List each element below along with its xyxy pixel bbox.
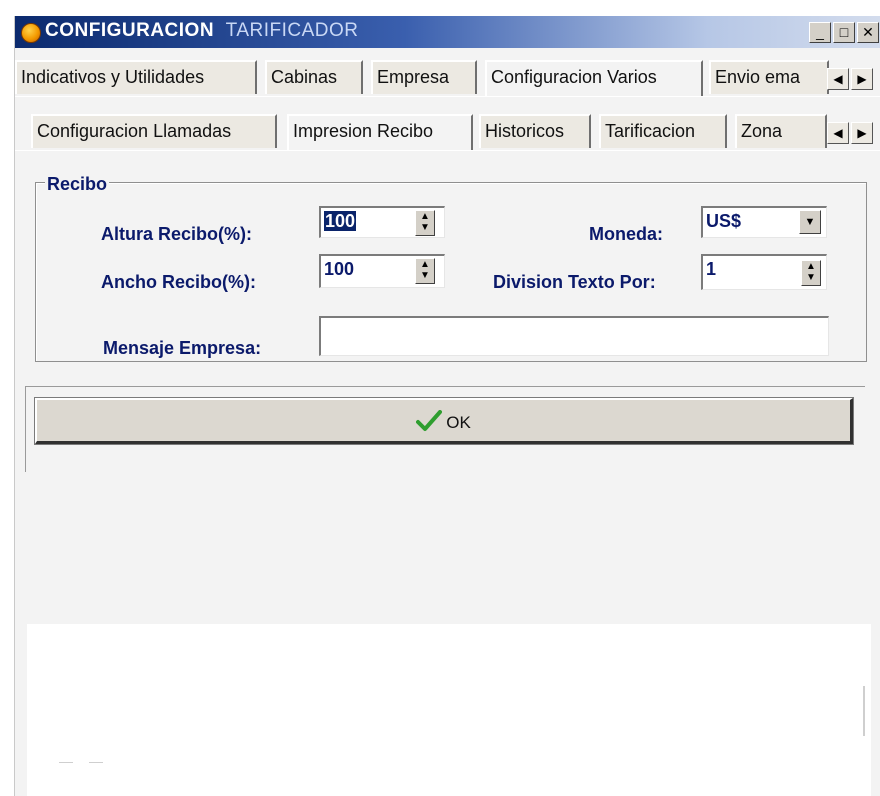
moneda-label: Moneda: [589,224,663,244]
window-controls: _ □ ✕ [809,22,879,43]
ok-button-label: OK [446,412,471,432]
decorative-dash-1 [59,762,73,763]
division-texto-value: 1 [706,259,717,279]
altura-recibo-value: 100 [324,211,357,231]
tab-row1-divider [15,96,880,97]
altura-recibo-label: Altura Recibo(%): [101,224,253,244]
tab-cabinas[interactable]: Cabinas [265,60,363,94]
ancho-recibo-label: Ancho Recibo(%): [101,272,256,292]
recibo-legend: Recibo [45,174,110,195]
ok-button-content: OK [37,410,850,437]
division-texto-label: Division Texto Por: [493,272,656,292]
tab-scroll-row1: ◀ ▶ [827,68,873,90]
tab-empresa[interactable]: Empresa [371,60,477,94]
ancho-recibo-spinner-icon[interactable]: ▲ ▼ [415,258,435,284]
close-button[interactable]: ✕ [857,22,879,43]
window-title: CONFIGURACION TARIFICADOR [45,20,359,42]
tab-row-sub: Configuracion Llamadas Impresion Recibo … [15,114,880,150]
tab-historicos[interactable]: Historicos [479,114,591,148]
checkmark-icon [416,410,443,437]
app-icon [21,23,41,43]
chevron-down-icon[interactable]: ▼ [799,210,821,234]
minimize-button[interactable]: _ [809,22,831,43]
tab-indicativos-utilidades[interactable]: Indicativos y Utilidades [15,60,257,94]
tab-row-main: Indicativos y Utilidades Cabinas Empresa… [15,60,880,96]
tab-configuracion-varios[interactable]: Configuracion Varios [485,60,703,96]
tab-scroll-left-icon[interactable]: ◀ [827,122,849,144]
moneda-value: US$ [706,211,742,231]
title-bar[interactable]: CONFIGURACION TARIFICADOR _ □ ✕ [15,16,880,48]
division-texto-spinner-icon[interactable]: ▲ ▼ [801,260,821,286]
tab-impresion-recibo[interactable]: Impresion Recibo [287,114,473,150]
ok-button[interactable]: OK [35,398,853,444]
altura-recibo-spinner-icon[interactable]: ▲ ▼ [415,210,435,236]
tab-zona[interactable]: Zona [735,114,827,148]
lower-area [27,624,871,796]
tab-configuracion-llamadas[interactable]: Configuracion Llamadas [31,114,277,148]
ancho-recibo-value: 100 [324,259,355,279]
tab-envio-email[interactable]: Envio ema [709,60,829,94]
title-part-1: CONFIGURACION [45,20,215,41]
config-window: CONFIGURACION TARIFICADOR _ □ ✕ Indicati… [14,16,880,796]
title-part-2: TARIFICADOR [225,20,359,41]
decorative-dash-2 [89,762,103,763]
tab-scroll-right-icon[interactable]: ▶ [851,68,873,90]
tab-scroll-left-icon[interactable]: ◀ [827,68,849,90]
panel-divider [25,386,865,387]
tab-scroll-right-icon[interactable]: ▶ [851,122,873,144]
scrollbar-hint [863,686,865,736]
maximize-button[interactable]: □ [833,22,855,43]
tab-scroll-row2: ◀ ▶ [827,122,873,144]
mensaje-empresa-input[interactable] [319,316,829,356]
tab-tarificacion[interactable]: Tarificacion [599,114,727,148]
tab-row2-divider [15,150,880,151]
mensaje-empresa-label: Mensaje Empresa: [103,338,262,358]
panel-left-edge [25,386,26,472]
